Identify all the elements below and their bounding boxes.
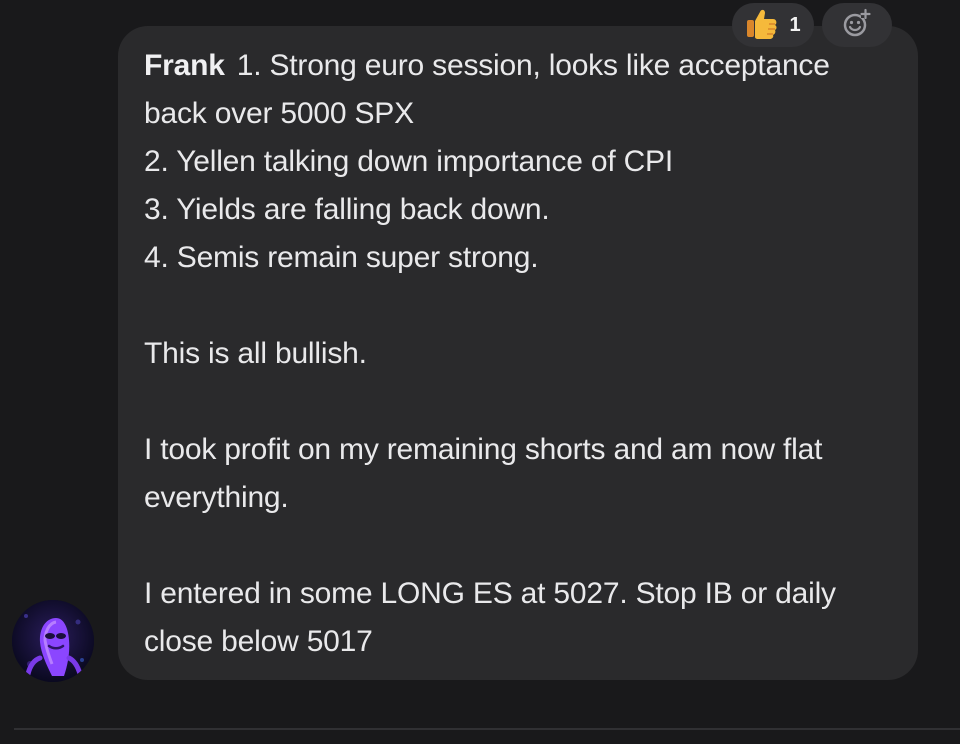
message-line: [144, 378, 894, 426]
message-line: 4. Semis remain super strong.: [144, 241, 539, 274]
message-line: [144, 282, 894, 330]
thumbs-up-reaction-button[interactable]: 1: [732, 3, 814, 47]
message-line: close below 5017: [144, 625, 373, 658]
add-reaction-icon: [842, 8, 872, 43]
divider: [14, 728, 960, 730]
avatar[interactable]: [12, 600, 94, 682]
message-line: 2. Yellen talking down importance of CPI: [144, 145, 673, 178]
message-line: I took profit on my remaining shorts and…: [144, 433, 823, 466]
message-line: 3. Yields are falling back down.: [144, 193, 550, 226]
message-line: This is all bullish.: [144, 337, 367, 370]
message-line: everything.: [144, 481, 289, 514]
message-line: back over 5000 SPX: [144, 97, 414, 130]
message-line: [144, 522, 894, 570]
thumbs-up-icon: [745, 6, 779, 45]
add-reaction-button[interactable]: [822, 3, 892, 47]
message-line: Frank 1. Strong euro session, looks like …: [144, 42, 894, 90]
message-line: I entered in some LONG ES at 5027. Stop …: [144, 577, 836, 610]
chat-window: Frank 1. Strong euro session, looks like …: [0, 0, 960, 744]
message-text: Frank 1. Strong euro session, looks like …: [144, 42, 894, 666]
message-line-text: 1. Strong euro session, looks like accep…: [236, 49, 830, 82]
sender-name[interactable]: Frank: [144, 49, 225, 82]
reaction-count: 1: [789, 14, 801, 36]
